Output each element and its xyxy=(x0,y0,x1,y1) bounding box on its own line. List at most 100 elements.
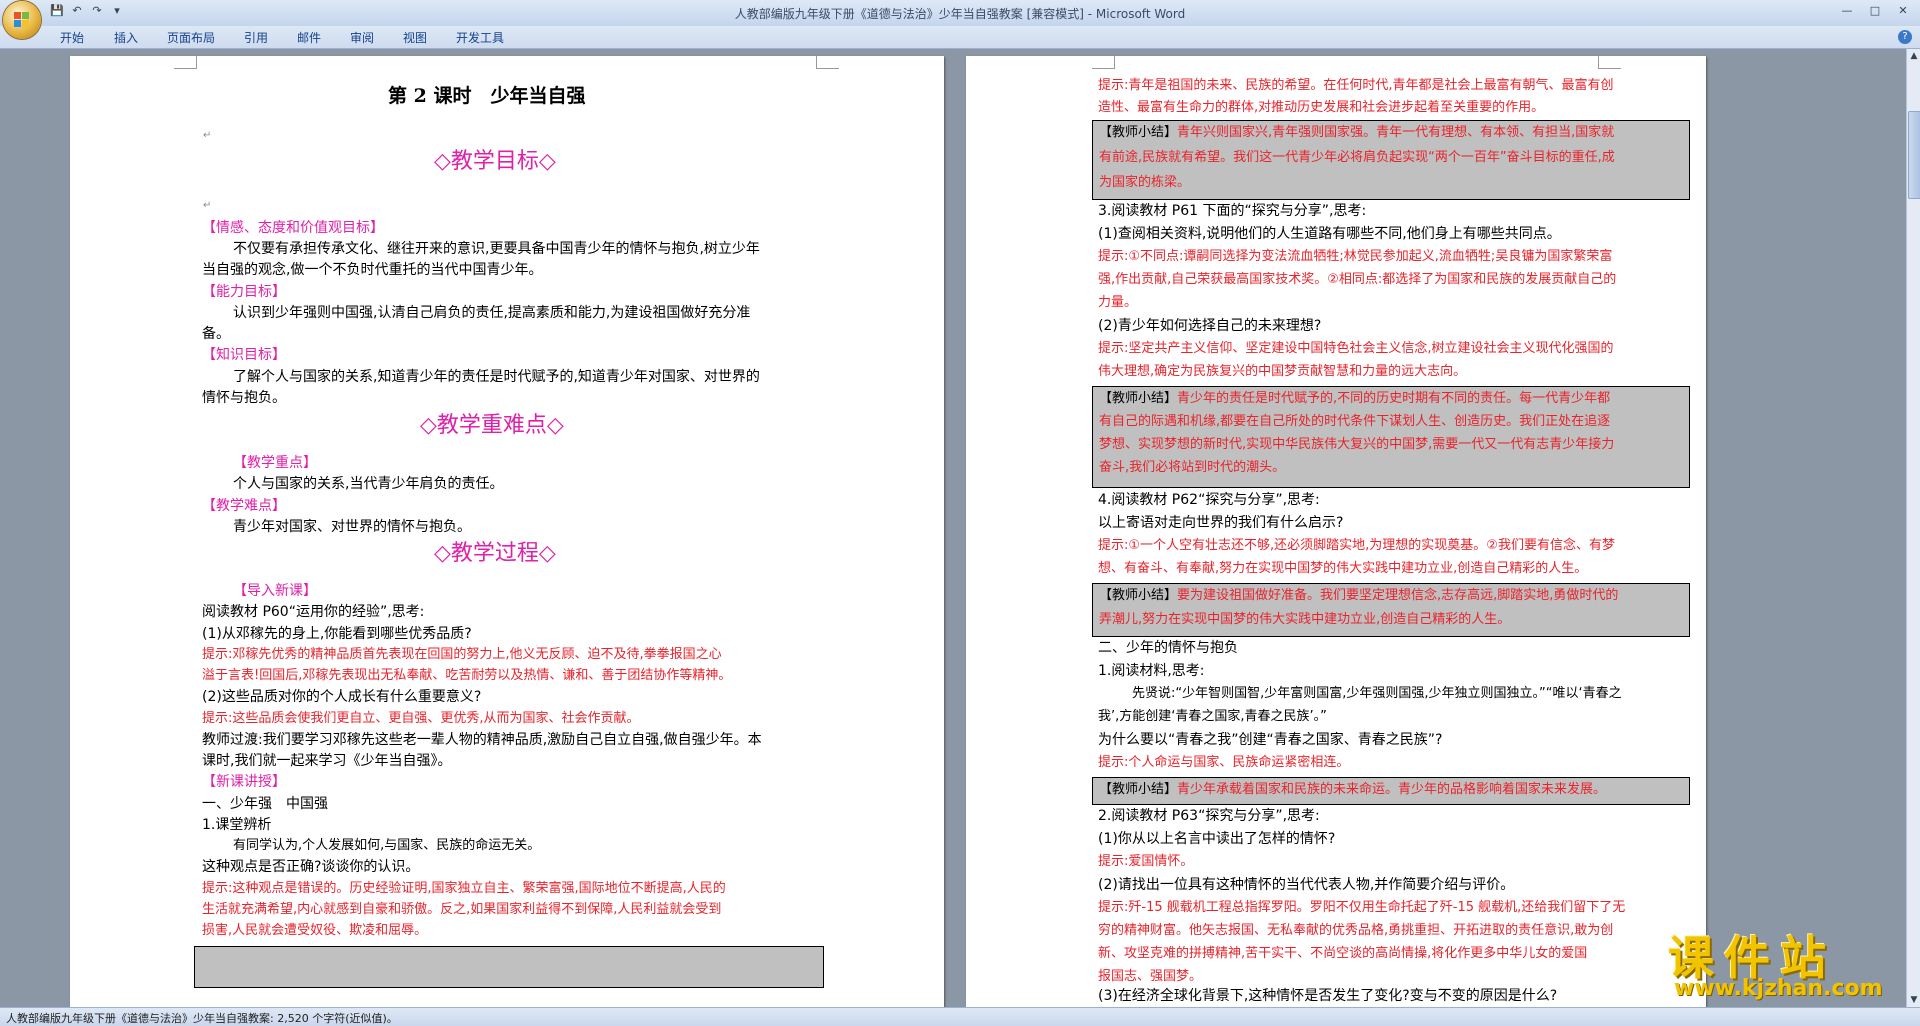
hint-label: 提示: xyxy=(202,881,233,896)
question-line: (3)在经济全球化背景下,这种情怀是否发生了变化?变与不变的原因是什么? xyxy=(1098,988,1558,1004)
section-heading: ◇教学目标◇ xyxy=(434,149,556,174)
paragraph-line: 情怀与抱负。 xyxy=(202,390,286,406)
summary-label: 【教师小结】 xyxy=(1099,782,1178,797)
hint-text: ①不同点:谭嗣同选择为变法流血牺牲;林觉民参加起义,流血牺牲;吴良镛为国家繁荣富 xyxy=(1128,249,1613,264)
hint-text: 这些品质会使我们更自立、更自强、更优秀,从而为国家、社会作贡献。 xyxy=(232,711,640,726)
hint-text: 生活就充满希望,内心就感到自豪和骄傲。反之,如果国家利益得不到保障,人民利益就会… xyxy=(202,902,722,917)
scrollbar-thumb[interactable] xyxy=(1908,111,1920,199)
hint-text: 溢于言表!回国后,邓稼先表现出无私奉献、吃苦耐劳以及热情、谦和、善于团结协作等精… xyxy=(202,668,732,683)
hint-label: 提示: xyxy=(1098,538,1129,553)
question-line: 2.阅读教材 P63“探究与分享”,思考: xyxy=(1098,808,1320,824)
maximize-icon[interactable]: □ xyxy=(1862,2,1888,20)
teacher-summary-box xyxy=(194,946,824,988)
question-line: 以上寄语对走向世界的我们有什么启示? xyxy=(1098,515,1344,531)
question-line: 为什么要以“青春之我”创建“青春之国家、青春之民族”? xyxy=(1098,732,1443,748)
subheading: 【教学重点】 xyxy=(233,455,317,471)
quote-line: 先贤说:“少年智则国智,少年富则国富,少年强则国强,少年独立则国独立。”“唯以‘… xyxy=(1132,686,1622,701)
office-button-icon[interactable] xyxy=(3,1,41,39)
teacher-summary-box: 【教师小结】青少年的责任是时代赋予的,不同的历史时期有不同的责任。每一代青少年都… xyxy=(1092,386,1690,488)
teacher-summary-box: 【教师小结】要为建设祖国做好准备。我们要坚定理想信念,志存高远,脚踏实地,勇做时… xyxy=(1092,583,1690,637)
paragraph-line: 不仅要有承担传承文化、继往开来的意识,更要具备中国青少年的情怀与抱负,树立少年 xyxy=(233,241,760,257)
watermark-url: www.kjzhan.com xyxy=(1674,976,1883,1001)
hint-text: 歼-15 舰载机工程总指挥罗阳。罗阳不仅用生命托起了歼-15 舰载机,还给我们留… xyxy=(1128,900,1626,915)
title-bar: 💾 ↶ ↷ ▾ 人教部编版九年级下册《道德与法治》少年当自强教案 [兼容模式] … xyxy=(0,0,1920,27)
quote-line: 我’,方能创建‘青春之国家,青春之民族’。” xyxy=(1098,709,1327,724)
ribbon-tabs: 开始 插入 页面布局 引用 邮件 审阅 视图 开发工具 ? xyxy=(0,26,1920,49)
scroll-up-icon[interactable]: ▲ xyxy=(1907,49,1920,63)
hint-label: 提示: xyxy=(1098,341,1129,356)
paragraph-line: 阅读教材 P60“运用你的经验”,思考: xyxy=(202,604,425,620)
hint-text: 伟大理想,确定为民族复兴的中国梦贡献智慧和力量的远大志向。 xyxy=(1098,364,1467,379)
tab-review[interactable]: 审阅 xyxy=(350,29,374,46)
hint-text: 报国志、强国梦。 xyxy=(1098,969,1203,984)
close-icon[interactable]: ✕ xyxy=(1890,2,1916,20)
site-watermark-logo: 课件站 www.kjzhan.com xyxy=(1668,922,1896,1006)
hint-text: 强,作出贡献,自己荣获最高国家技术奖。②相同点:都选择了为国家和民族的发展贡献自… xyxy=(1098,272,1617,287)
tab-references[interactable]: 引用 xyxy=(244,29,268,46)
subheading: 【能力目标】 xyxy=(202,284,286,300)
tab-developer[interactable]: 开发工具 xyxy=(456,29,504,46)
status-bar: 人教部编版九年级下册《道德与法治》少年当自强教案: 2,520 个字符(近似值)… xyxy=(0,1007,1920,1026)
summary-text: 弄潮儿,努力在实现中国梦的伟大实践中建功立业,创造自己精彩的人生。 xyxy=(1099,612,1511,627)
vertical-scrollbar[interactable]: ▲ ▼ xyxy=(1906,49,1920,1007)
question-line: (2)请找出一位具有这种情怀的当代代表人物,并作简要介绍与评价。 xyxy=(1098,877,1515,893)
hint-text: 力量。 xyxy=(1098,295,1138,310)
tab-page-layout[interactable]: 页面布局 xyxy=(167,29,215,46)
paragraph-line: 一、少年强 中国强 xyxy=(202,796,328,812)
paragraph-line: 了解个人与国家的关系,知道青少年的责任是时代赋予的,知道青少年对国家、对世界的 xyxy=(233,369,760,385)
hint-text: 损害,人民就会遭受奴役、欺凌和屈辱。 xyxy=(202,923,428,938)
summary-text: 青年兴则国家兴,青年强则国家强。青年一代有理想、有本领、有担当,国家就 xyxy=(1177,125,1615,140)
hint-text: 新、攻坚克难的拼搏精神,苦干实干、不尚空谈的高尚情操,将化作更多中华儿女的爱国 xyxy=(1098,946,1588,961)
window-controls: — □ ✕ xyxy=(1834,2,1916,20)
section-subheading: 二、少年的情怀与抱负 xyxy=(1098,640,1238,656)
question-line: 这种观点是否正确?谈谈你的认识。 xyxy=(202,859,420,875)
window-title: 人教部编版九年级下册《道德与法治》少年当自强教案 [兼容模式] - Micros… xyxy=(734,7,1186,21)
scroll-down-icon[interactable]: ▼ xyxy=(1907,993,1920,1007)
question-line: 3.阅读教材 P61 下面的“探究与分享”,思考: xyxy=(1098,203,1367,219)
summary-label: 【教师小结】 xyxy=(1099,125,1178,140)
subheading: 【知识目标】 xyxy=(202,347,286,363)
summary-text: 要为建设祖国做好准备。我们要坚定理想信念,志存高远,脚踏实地,勇做时代的 xyxy=(1177,588,1619,603)
document-page-right[interactable]: 提示:青年是祖国的未来、民族的希望。在任何时代,青年都是社会上最富有朝气、最富有… xyxy=(966,56,1706,1007)
hint-label: 提示: xyxy=(1098,900,1129,915)
margin-corner-mark xyxy=(174,56,197,69)
hint-text: 穷的精神财富。他矢志报国、无私奉献的优秀品格,勇挑重担、开拓进取的责任意识,敢为… xyxy=(1098,923,1614,938)
hint-text: 青年是祖国的未来、民族的希望。在任何时代,青年都是社会上最富有朝气、最富有创 xyxy=(1128,78,1614,93)
summary-text: 有自己的际遇和机缘,都要在自己所处的时代条件下谋划人生、创造历史。我们正处在追逐 xyxy=(1099,414,1611,429)
minimize-icon[interactable]: — xyxy=(1834,2,1860,20)
subheading: 【新课讲授】 xyxy=(202,774,286,790)
margin-corner-mark xyxy=(816,56,839,69)
paragraph-line: 备。 xyxy=(202,326,230,342)
document-page-left[interactable]: 第 2 课时 少年当自强 ↵ ◇教学目标◇ ↵ 【情感、态度和价值观目标】 不仅… xyxy=(70,56,944,1007)
help-icon[interactable]: ? xyxy=(1898,30,1912,44)
hint-text: 个人命运与国家、民族命运紧密相连。 xyxy=(1128,755,1350,770)
paragraph-line: 课时,我们就一起来学习《少年当自强》。 xyxy=(202,753,452,769)
hint-text: 爱国情怀。 xyxy=(1128,854,1194,869)
paragraph-line: 教师过渡:我们要学习邓稼先这些老一辈人物的精神品质,激励自己自立自强,做自强少年… xyxy=(202,732,762,748)
hint-label: 提示: xyxy=(1098,78,1129,93)
tab-view[interactable]: 视图 xyxy=(403,29,427,46)
hint-text: 这种观点是错误的。历史经验证明,国家独立自主、繁荣富强,国际地位不断提高,人民的 xyxy=(232,881,726,896)
margin-corner-mark xyxy=(1598,56,1621,69)
status-text: 人教部编版九年级下册《道德与法治》少年当自强教案: 2,520 个字符(近似值)… xyxy=(6,1012,398,1025)
lesson-title: 第 2 课时 少年当自强 xyxy=(388,85,586,107)
tab-mailings[interactable]: 邮件 xyxy=(297,29,321,46)
summary-label: 【教师小结】 xyxy=(1099,588,1178,603)
hint-label: 提示: xyxy=(202,711,233,726)
subheading: 【导入新课】 xyxy=(233,583,317,599)
paragraph-line: 有同学认为,个人发展如何,与国家、民族的命运无关。 xyxy=(233,838,541,853)
summary-text: 梦想、实现梦想的新时代,实现中华民族伟大复兴的中国梦,需要一代又一代有志青少年接… xyxy=(1099,437,1615,452)
paragraph-line: 个人与国家的关系,当代青少年肩负的责任。 xyxy=(233,476,504,492)
question-line: 4.阅读教材 P62“探究与分享”,思考: xyxy=(1098,492,1320,508)
question-line: 1.阅读材料,思考: xyxy=(1098,663,1205,679)
summary-label: 【教师小结】 xyxy=(1099,391,1178,406)
subheading: 【情感、态度和价值观目标】 xyxy=(202,220,384,236)
summary-text: 青少年承载着国家和民族的未来命运。青少年的品格影响着国家未来发展。 xyxy=(1177,782,1607,797)
question-line: (1)查阅相关资料,说明他们的人生道路有哪些不同,他们身上有哪些共同点。 xyxy=(1098,226,1561,242)
hint-text: 造性、最富有生命力的群体,对推动历史发展和社会进步起着至关重要的作用。 xyxy=(1098,100,1545,115)
teacher-summary-box: 【教师小结】青少年承载着国家和民族的未来命运。青少年的品格影响着国家未来发展。 xyxy=(1092,777,1690,805)
tab-home[interactable]: 开始 xyxy=(60,29,84,46)
tab-insert[interactable]: 插入 xyxy=(114,29,138,46)
section-heading: ◇教学过程◇ xyxy=(434,541,556,566)
paragraph-line: 当自强的观念,做一个不负时代重托的当代中国青少年。 xyxy=(202,262,543,278)
